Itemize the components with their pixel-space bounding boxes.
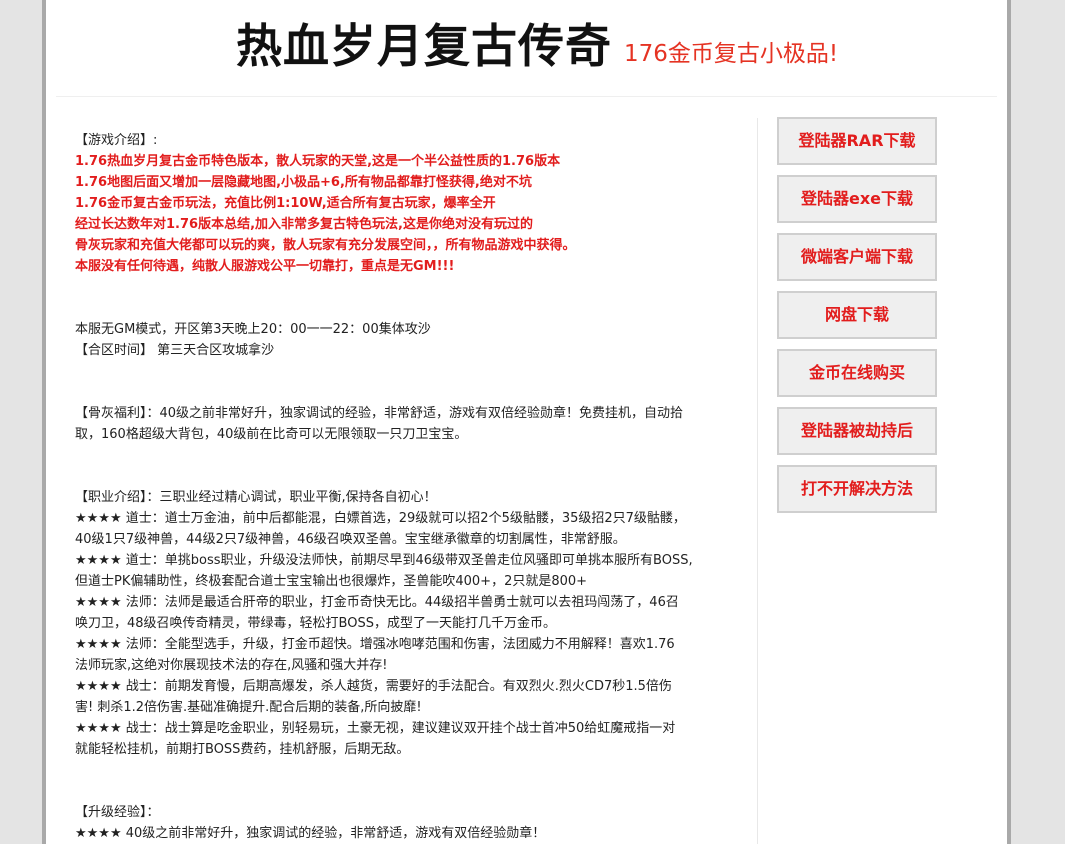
site-title: 热血岁月复古传奇 xyxy=(236,19,612,73)
intro-line: 1.76地图后面又增加一层隐藏地图,小极品+6,所有物品都靠打怪获得,绝对不坑 xyxy=(75,175,532,190)
intro-line: 1.76热血岁月复古金币特色版本，散人玩家的天堂,这是一个半公益性质的1.76版… xyxy=(75,154,561,169)
intro-line: 本服没有任何待遇，纯散人服游戏公平一切靠打，重点是无GM!!! xyxy=(75,259,455,274)
merge-time-line: 【合区时间】 第三天合区攻城拿沙 xyxy=(75,343,275,358)
main-content: 【游戏介绍】: 1.76热血岁月复古金币特色版本，散人玩家的天堂,这是一个半公益… xyxy=(75,130,745,844)
site-header: 热血岁月复古传奇 176金币复古小极品! xyxy=(46,0,1007,96)
class-line: ★★★★ 道士：单挑boss职业，升级没法师快，前期尽早到46级带双圣兽走位风骚… xyxy=(75,553,693,568)
class-line: ★★★★ 法师：法师是最适合肝帝的职业，打金币奇快无比。44级招半兽勇士就可以去… xyxy=(75,595,679,610)
site-tagline: 176金币复古小极品! xyxy=(624,41,839,67)
micro-client-download-button[interactable]: 微端客户端下载 xyxy=(777,233,937,281)
schedule-line: 本服无GM模式，开区第3天晚上20：00一一22：00集体攻沙 xyxy=(75,322,431,337)
class-line: ★★★★ 战士：战士算是吃金职业，别轻易玩，土豪无视，建议建议双开挂个战士首冲5… xyxy=(75,721,676,736)
class-line: 但道士PK偏辅助性，终极套配合道士宝宝输出也很爆炸，圣兽能吹400+，2只就是8… xyxy=(75,574,588,589)
class-line: 40级1只7级神兽，44级2只7级神兽，46级召唤双圣兽。宝宝继承徽章的切割属性… xyxy=(75,532,626,547)
launcher-hijacked-help-button[interactable]: 登陆器被劫持后 xyxy=(777,407,937,455)
page-container: 热血岁月复古传奇 176金币复古小极品! 【游戏介绍】: 1.76热血岁月复古金… xyxy=(42,0,1011,844)
buy-gold-online-button[interactable]: 金币在线购买 xyxy=(777,349,937,397)
class-line: ★★★★ 道士：道士万金油，前中后都能混，白嫖首选，29级就可以招2个5级骷髅，… xyxy=(75,511,686,526)
intro-line: 1.76金币复古金币玩法，充值比例1:10W,适合所有复古玩家，爆率全开 xyxy=(75,196,496,211)
leveling-heading: 【升级经验】： xyxy=(75,805,160,820)
launcher-rar-download-button[interactable]: 登陆器RAR下载 xyxy=(777,117,937,165)
class-line: 害! 刺杀1.2倍伤害.基础准确提升.配合后期的装备,所向披靡! xyxy=(75,700,422,715)
class-line: ★★★★ 法师：全能型选手，升级，打金币超快。增强冰咆哮范围和伤害，法团威力不用… xyxy=(75,637,675,652)
class-line: 就能轻松挂机，前期打BOSS费药，挂机舒服，后期无敌。 xyxy=(75,742,410,757)
welfare-line: 【骨灰福利】：40级之前非常好升，独家调试的经验，非常舒适，游戏有双倍经验勋章！… xyxy=(75,406,684,421)
header-divider xyxy=(56,96,997,97)
class-line: 唤刀卫，48级召唤传奇精灵，带绿毒，轻松打BOSS，成型了一天能打几千万金币。 xyxy=(75,616,556,631)
download-sidebar: 登陆器RAR下载 登陆器exe下载 微端客户端下载 网盘下载 金币在线购买 登陆… xyxy=(777,117,937,523)
sidebar-divider xyxy=(757,118,758,844)
leveling-line: ★★★★ 40级之前非常好升，独家调试的经验，非常舒适，游戏有双倍经验勋章！ xyxy=(75,826,546,841)
cannot-open-fix-button[interactable]: 打不开解决方法 xyxy=(777,465,937,513)
classes-heading: 【职业介绍】：三职业经过精心调试，职业平衡,保持各自初心！ xyxy=(75,490,437,505)
welfare-line: 取，160格超级大背包，40级前在比奇可以无限领取一只刀卫宝宝。 xyxy=(75,427,468,442)
class-line: ★★★★ 战士：前期发育慢，后期高爆发，杀人越货，需要好的手法配合。有双烈火.烈… xyxy=(75,679,672,694)
intro-heading: 【游戏介绍】: xyxy=(75,133,158,148)
intro-line: 骨灰玩家和充值大佬都可以玩的爽，散人玩家有充分发展空间，，所有物品游戏中获得。 xyxy=(75,238,576,253)
class-line: 法师玩家,这绝对你展现技术法的存在,风骚和强大并存! xyxy=(75,658,388,673)
intro-line: 经过长达数年对1.76版本总结,加入非常多复古特色玩法,这是你绝对没有玩过的 xyxy=(75,217,533,232)
launcher-exe-download-button[interactable]: 登陆器exe下载 xyxy=(777,175,937,223)
cloud-drive-download-button[interactable]: 网盘下载 xyxy=(777,291,937,339)
